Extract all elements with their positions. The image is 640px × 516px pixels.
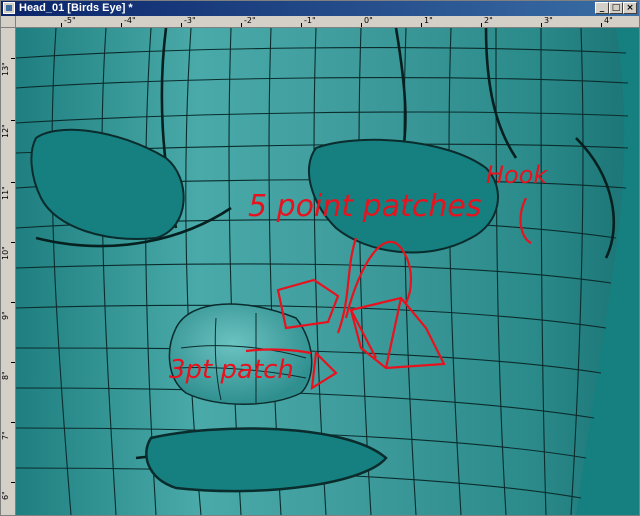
ruler-label: 6" [1, 491, 10, 500]
ruler-tick [421, 23, 422, 27]
ruler-label: -1" [304, 16, 316, 25]
ruler-tick [11, 182, 15, 183]
app-icon[interactable] [3, 2, 15, 14]
annotation-five-point: 5 point patches [248, 189, 481, 224]
annotation-hook: Hook [486, 161, 548, 189]
minimize-button[interactable]: _ [595, 2, 609, 14]
ruler-tick [11, 242, 15, 243]
ruler-tick [11, 422, 15, 423]
ruler-tick [481, 23, 482, 27]
ruler-label: 13" [1, 62, 10, 76]
ruler-label: 11" [1, 186, 10, 200]
ruler-label: 3" [544, 16, 553, 25]
ruler-label: 1" [424, 16, 433, 25]
ruler-tick [11, 482, 15, 483]
ruler-label: -5" [64, 16, 76, 25]
ruler-tick [61, 23, 62, 27]
ruler-label: 8" [1, 371, 10, 380]
ruler-label: 4" [604, 16, 613, 25]
ruler-corner [1, 16, 16, 28]
ruler-label: -3" [184, 16, 196, 25]
ruler-label: 2" [484, 16, 493, 25]
ruler-tick [181, 23, 182, 27]
ruler-tick [11, 58, 15, 59]
ruler-label: -2" [244, 16, 256, 25]
vertical-ruler[interactable]: 13" 12" 11" 10" 9" 8" 7" 6" [1, 28, 16, 515]
ruler-tick [11, 362, 15, 363]
window-title: Head_01 [Birds Eye] * [19, 2, 133, 14]
title-bar[interactable]: Head_01 [Birds Eye] * _ □ × [1, 1, 639, 16]
ruler-tick [541, 23, 542, 27]
ruler-label: 9" [1, 311, 10, 320]
ruler-tick [241, 23, 242, 27]
ruler-tick [361, 23, 362, 27]
3d-viewport[interactable]: 5 point patches Hook 3pt patch [16, 28, 639, 515]
ruler-label: 10" [1, 246, 10, 260]
ruler-tick [301, 23, 302, 27]
ruler-label: -4" [124, 16, 136, 25]
maximize-button[interactable]: □ [609, 2, 623, 14]
annotation-three-point: 3pt patch [169, 355, 294, 385]
close-button[interactable]: × [623, 2, 637, 14]
ruler-label: 7" [1, 431, 10, 440]
viewport-window: Head_01 [Birds Eye] * _ □ × -5" -4" -3" … [0, 0, 640, 516]
horizontal-ruler[interactable]: -5" -4" -3" -2" -1" 0" 1" 2" 3" 4" [16, 16, 639, 28]
ruler-tick [601, 23, 602, 27]
ruler-tick [11, 120, 15, 121]
head-mesh-render[interactable]: 5 point patches Hook 3pt patch [16, 28, 639, 515]
ruler-label: 0" [364, 16, 373, 25]
ruler-tick [121, 23, 122, 27]
ruler-label: 12" [1, 124, 10, 138]
ruler-tick [11, 302, 15, 303]
